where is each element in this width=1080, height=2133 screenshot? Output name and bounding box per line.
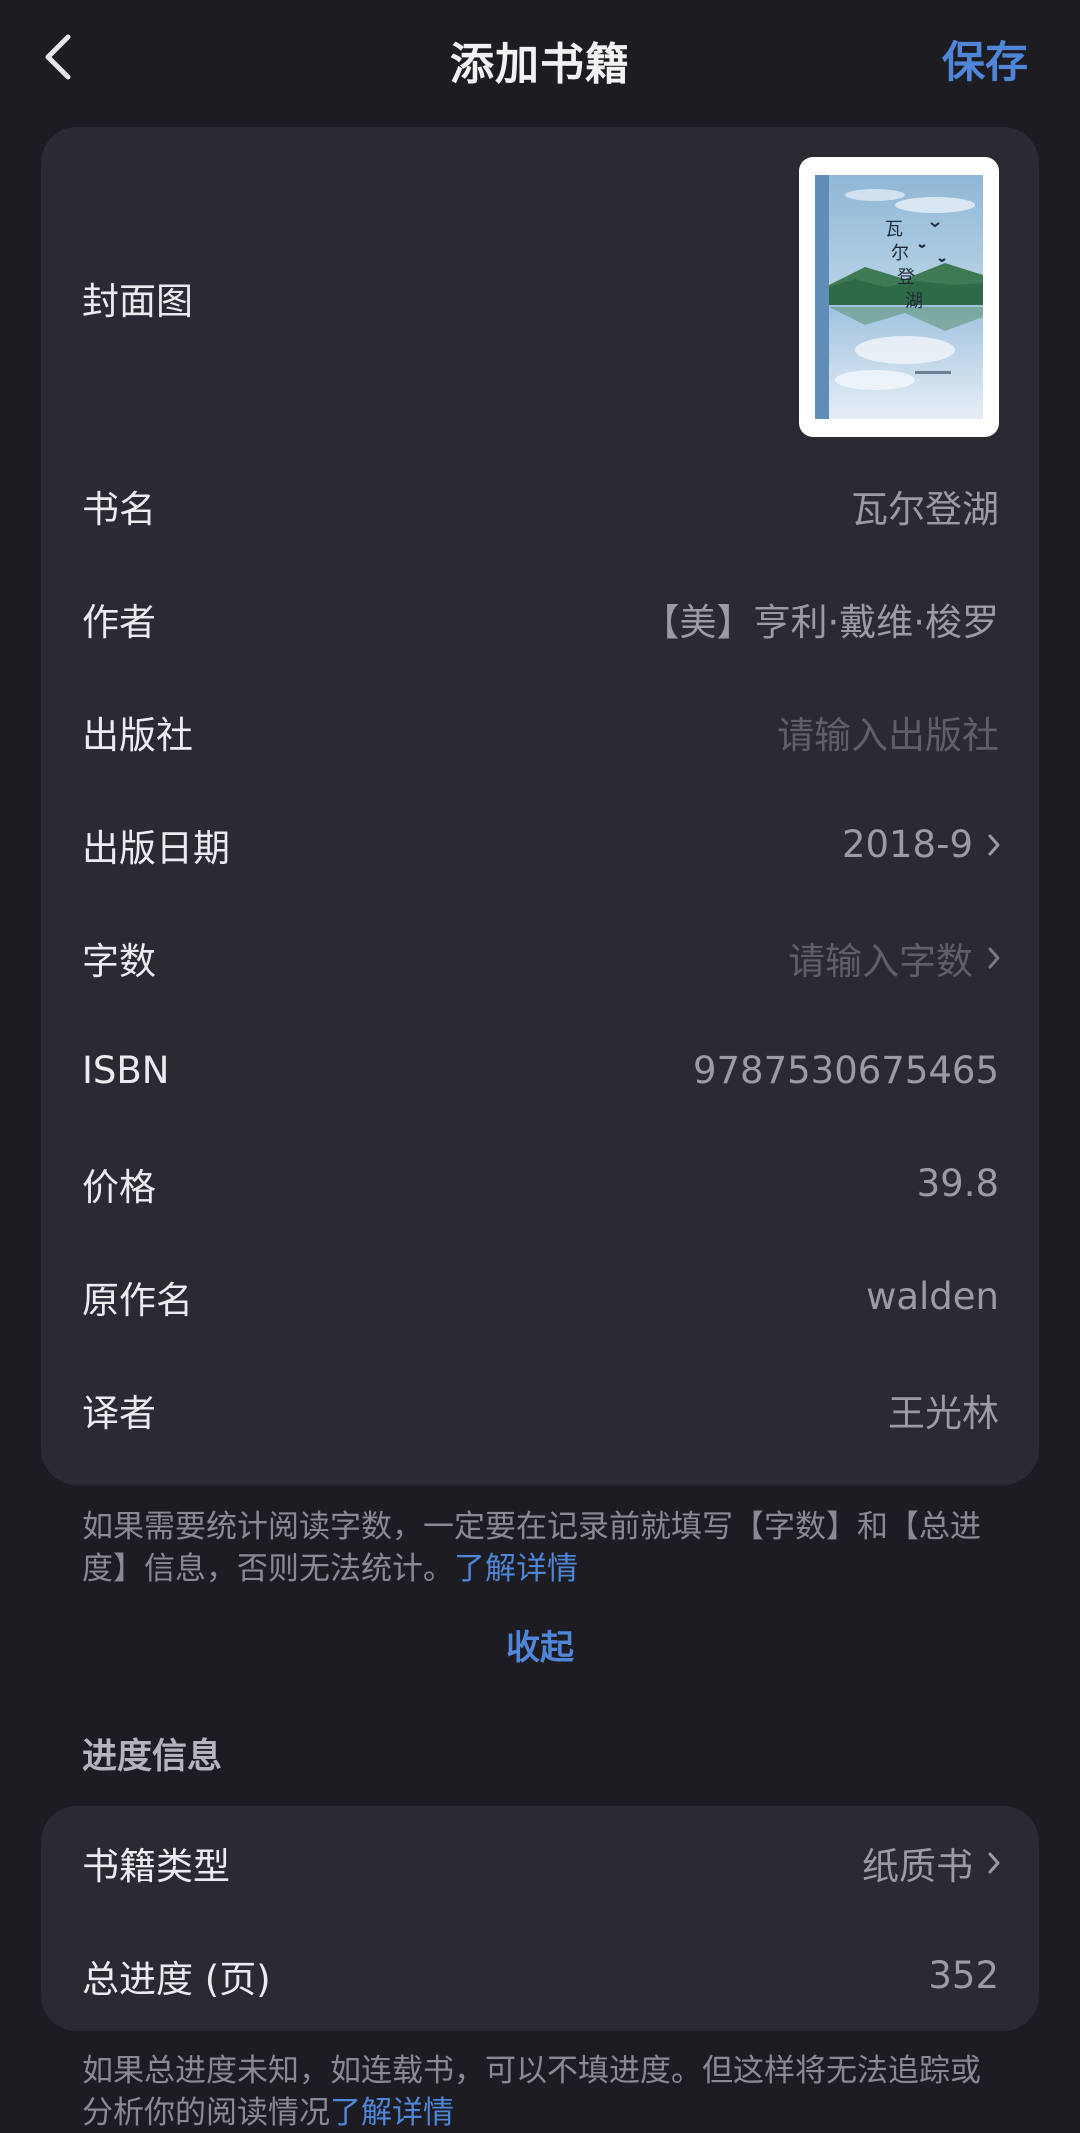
cover-artwork: 瓦 尔 登 湖 [815,175,983,419]
row-word-count[interactable]: 字数 请输入字数 [41,901,1039,1014]
publish-date-value[interactable]: 2018-9 [842,823,1001,866]
save-button[interactable]: 保存 [942,28,1028,90]
isbn-value[interactable]: 9787530675465 [693,1049,999,1092]
row-label: 出版社 [82,713,193,757]
row-label: 出版日期 [82,826,230,870]
book-type-text: 纸质书 [862,1844,973,1888]
book-type-value[interactable]: 纸质书 [862,1836,1001,1890]
total-progress-value[interactable]: 352 [928,1954,999,1997]
note-text: 如果总进度未知，如连载书，可以不填进度。但这样将无法追踪或分析你的阅读情况 [82,2053,981,2131]
progress-section-title: 进度信息 [82,1737,223,1777]
cover-title-text: 瓦 [885,219,903,240]
row-total-progress[interactable]: 总进度 (页) 352 [41,1919,1039,2032]
row-label: 译者 [82,1391,156,1435]
collapse-button[interactable]: 收起 [0,1620,1080,1669]
row-price[interactable]: 价格 39.8 [41,1127,1039,1240]
row-publisher[interactable]: 出版社 请输入出版社 [41,675,1039,788]
row-label: 作者 [82,600,156,644]
book-info-card: 封面图 瓦 尔 登 湖 书名 瓦尔登湖 作者 【美】亨利·戴维·梭罗 出版社 请… [41,127,1039,1485]
original-title-value[interactable]: walden [866,1275,999,1318]
row-original-title[interactable]: 原作名 walden [41,1240,1039,1353]
progress-card: 书籍类型 纸质书 总进度 (页) 352 [41,1806,1039,2031]
row-title[interactable]: 书名 瓦尔登湖 [41,449,1039,562]
svg-text:登: 登 [897,267,915,288]
price-value[interactable]: 39.8 [917,1162,999,1205]
learn-more-link[interactable]: 了解详情 [330,2095,454,2131]
word-count-input[interactable]: 请输入字数 [788,931,1001,985]
word-count-note: 如果需要统计阅读字数，一定要在记录前就填写【字数】和【总进度】信息，否则无法统计… [82,1506,1002,1590]
svg-text:湖: 湖 [905,291,923,312]
nav-bar: 添加书籍 保存 [0,0,1080,118]
learn-more-link[interactable]: 了解详情 [454,1551,578,1587]
row-book-type[interactable]: 书籍类型 纸质书 [41,1806,1039,1919]
row-translator[interactable]: 译者 王光林 [41,1353,1039,1466]
row-author[interactable]: 作者 【美】亨利·戴维·梭罗 [41,562,1039,675]
progress-note: 如果总进度未知，如连载书，可以不填进度。但这样将无法追踪或分析你的阅读情况了解详… [82,2050,1002,2133]
title-value[interactable]: 瓦尔登湖 [851,479,999,533]
row-publish-date[interactable]: 出版日期 2018-9 [41,788,1039,901]
word-count-placeholder: 请输入字数 [788,939,973,983]
row-label: 书籍类型 [82,1844,230,1888]
add-book-screen: 添加书籍 保存 封面图 瓦 尔 登 湖 书名 瓦尔登湖 作者 【美】亨利·戴维·… [0,0,1080,2133]
publisher-input[interactable]: 请输入出版社 [777,705,999,759]
cover-painting: 瓦 尔 登 湖 [815,175,983,419]
cover-label: 封面图 [82,280,193,323]
svg-text:尔: 尔 [891,243,909,264]
chevron-right-icon [988,1852,1000,1873]
row-label: 价格 [82,1165,156,1209]
page-title: 添加书籍 [450,39,630,90]
author-value[interactable]: 【美】亨利·戴维·梭罗 [642,592,999,646]
row-label: 总进度 (页) [82,1957,271,2001]
row-label: 字数 [82,939,156,983]
row-label: 原作名 [82,1278,193,1322]
translator-value[interactable]: 王光林 [888,1383,999,1437]
row-label: ISBN [82,1049,170,1092]
cover-row: 封面图 瓦 尔 登 湖 [41,127,1039,449]
chevron-right-icon [988,834,1000,855]
row-isbn[interactable]: ISBN 9787530675465 [41,1014,1039,1127]
publish-date-text: 2018-9 [841,823,973,866]
cover-image[interactable]: 瓦 尔 登 湖 [799,157,999,437]
chevron-right-icon [988,947,1000,968]
row-label: 书名 [82,487,156,531]
